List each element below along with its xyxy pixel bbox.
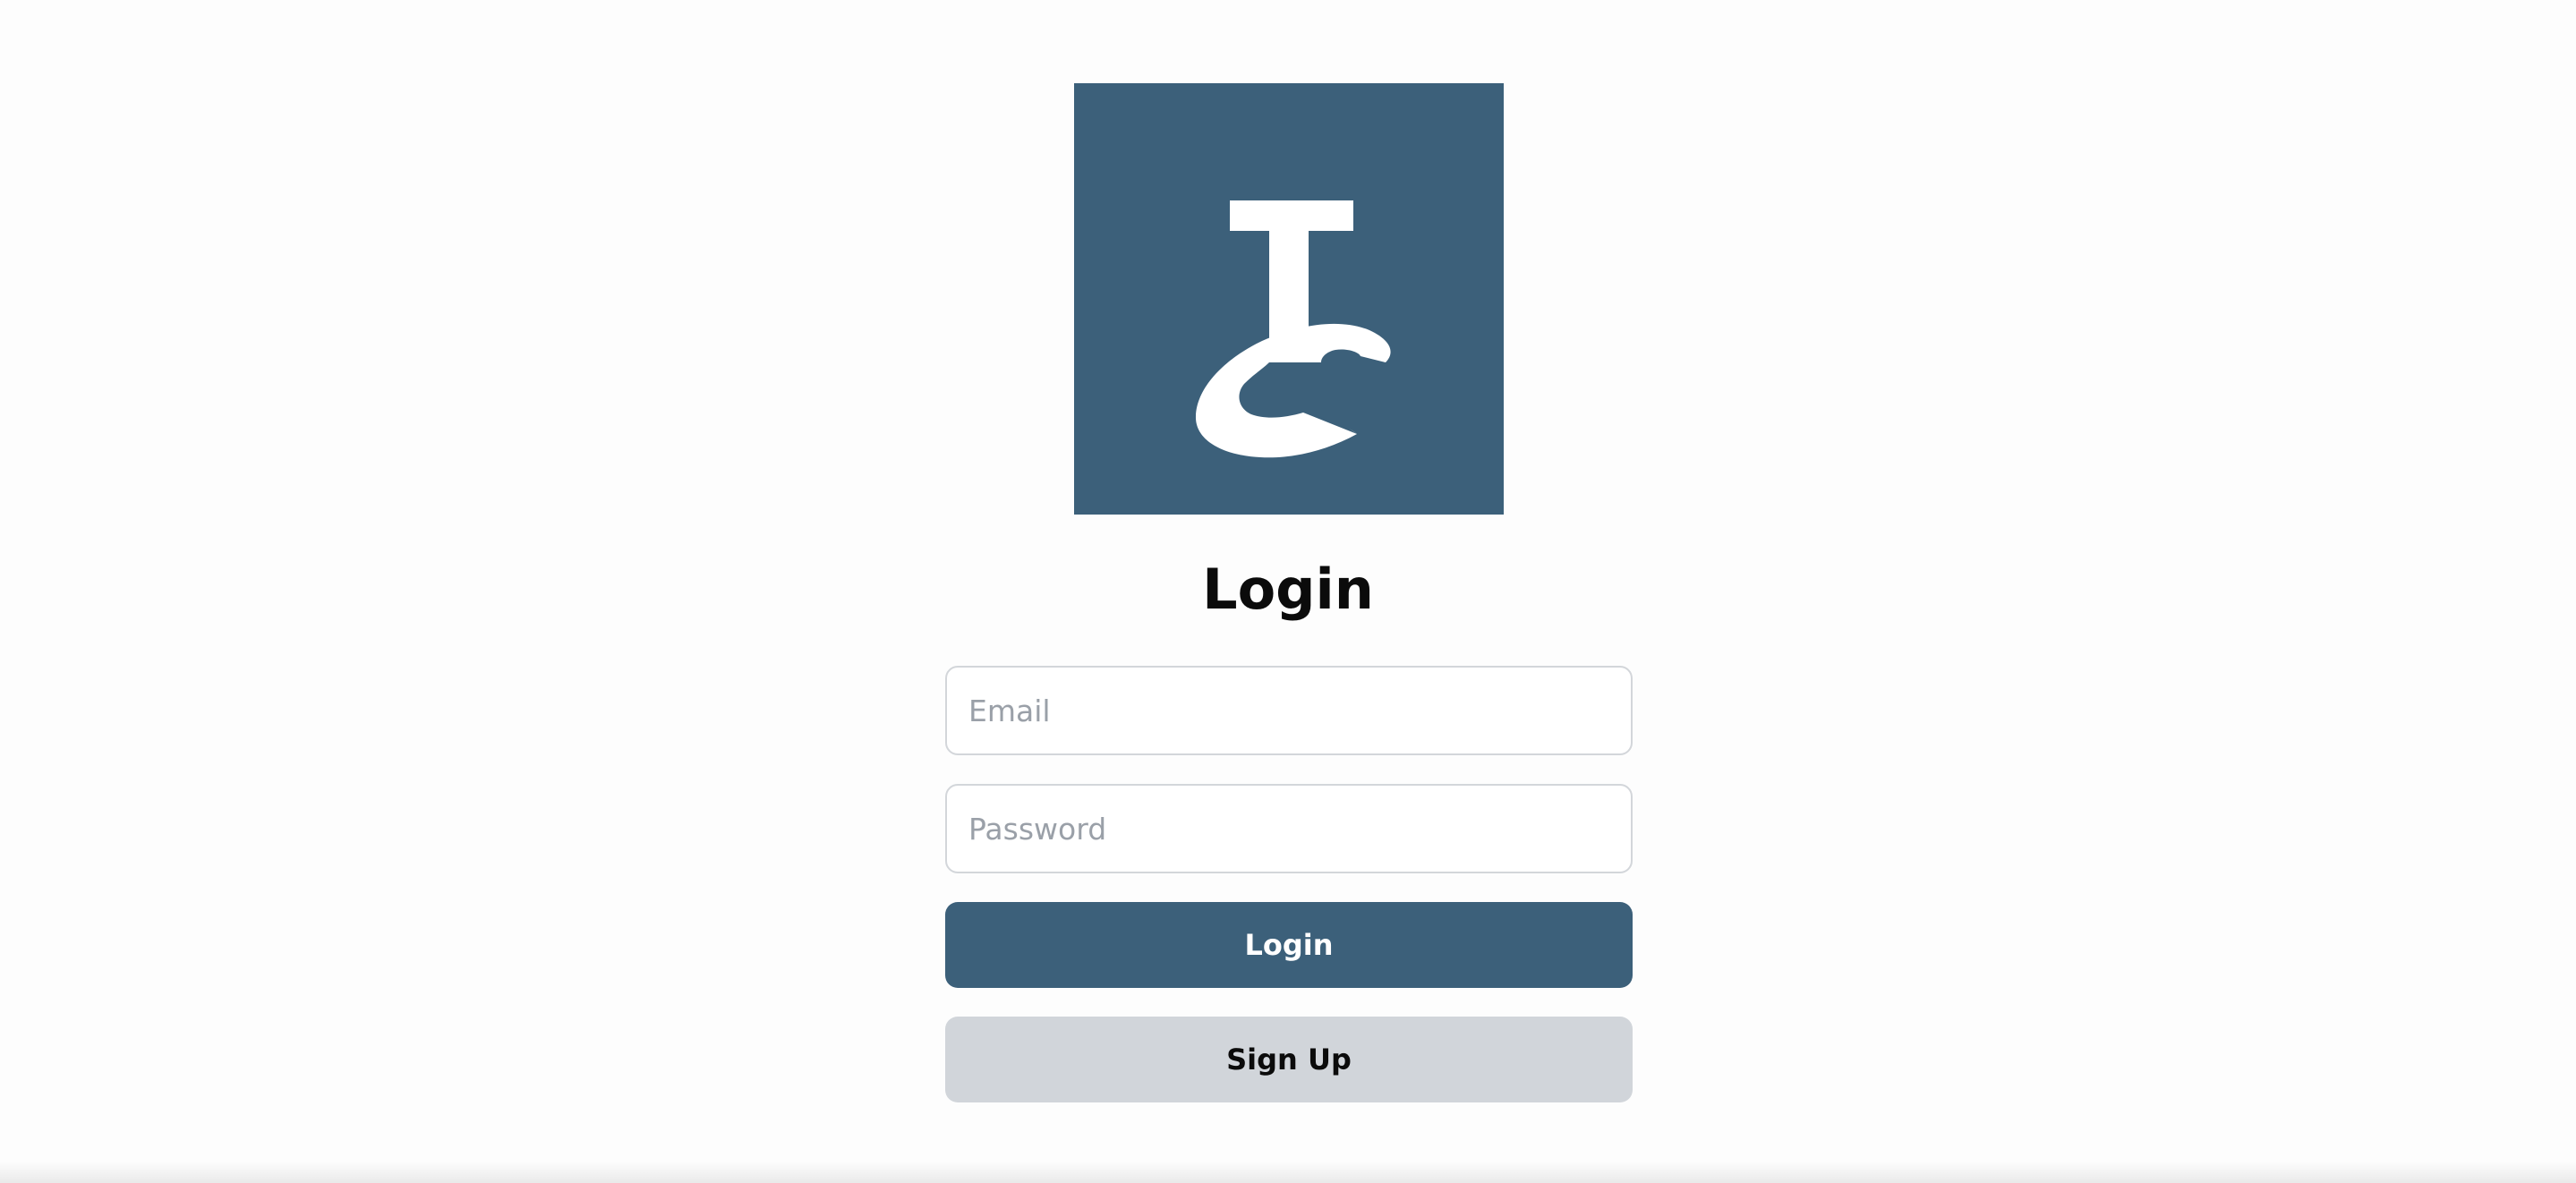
sign-up-button[interactable]: Sign Up [945,1017,1633,1102]
email-field[interactable] [945,666,1633,755]
tc-logo [1074,83,1504,515]
password-field[interactable] [945,784,1633,873]
window-bottom-edge [0,1162,2576,1183]
page-title: Login [1202,557,1374,622]
login-page: Login Login Sign Up [0,0,2576,1183]
tc-monogram-icon [1195,200,1391,458]
login-button[interactable]: Login [945,902,1633,988]
